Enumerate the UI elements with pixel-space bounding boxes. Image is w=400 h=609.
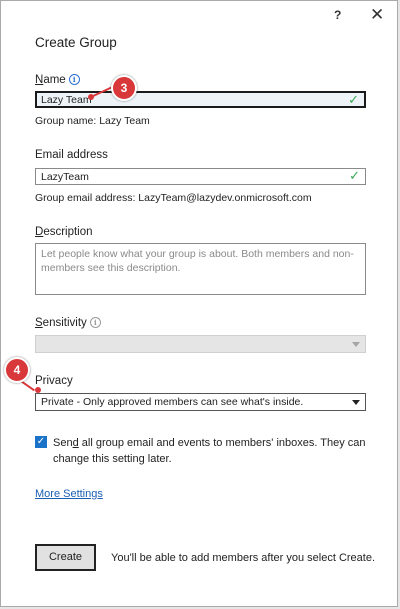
description-textarea[interactable]: Let people know what your group is about… — [35, 243, 366, 295]
chevron-down-icon — [352, 400, 360, 405]
send-email-label-start: Sen — [53, 437, 73, 449]
description-label-text: escription — [43, 226, 93, 238]
callout-pointer-dot — [88, 94, 94, 100]
email-input[interactable]: LazyTeam ✓ — [35, 168, 366, 185]
check-icon: ✓ — [349, 168, 360, 183]
info-icon[interactable]: i — [68, 74, 80, 85]
email-label: Email address — [35, 149, 108, 161]
create-button[interactable]: Create — [35, 544, 96, 571]
create-note: You'll be able to add members after you … — [111, 552, 376, 564]
privacy-select[interactable]: Private - Only approved members can see … — [35, 393, 366, 411]
privacy-value: Private - Only approved members can see … — [41, 396, 304, 408]
dialog-title: Create Group — [35, 35, 117, 50]
step-4-callout: 4 — [4, 357, 30, 383]
name-label-text: ame — [43, 74, 66, 86]
group-name-value: Lazy Team — [41, 94, 92, 106]
privacy-label: Privacy — [35, 375, 73, 387]
checkmark-icon: ✓ — [36, 436, 46, 447]
help-button[interactable]: ? — [334, 8, 341, 22]
chevron-down-icon — [352, 342, 360, 347]
description-label: Description — [35, 226, 93, 238]
send-email-checkbox[interactable]: ✓ — [35, 436, 47, 448]
send-email-label-rest: all group email and events to members' i… — [53, 437, 366, 465]
sensitivity-label: Sensitivity i — [35, 317, 101, 329]
step-3-callout: 3 — [111, 75, 137, 101]
more-settings-link[interactable]: More Settings — [35, 488, 103, 500]
check-icon: ✓ — [348, 92, 359, 107]
name-label: Name i — [35, 74, 80, 86]
callout-pointer-dot — [35, 387, 41, 393]
group-name-input[interactable]: Lazy Team ✓ — [35, 91, 366, 108]
group-name-hint: Group name: Lazy Team — [35, 115, 150, 127]
sensitivity-select[interactable] — [35, 335, 366, 353]
create-group-dialog: ? ✕ Create Group Name i Lazy Team ✓ Group… — [0, 0, 398, 607]
email-value: LazyTeam — [41, 171, 89, 183]
close-button[interactable]: ✕ — [370, 5, 384, 25]
sensitivity-label-text: ensitivity — [42, 317, 87, 329]
send-email-label[interactable]: Send all group email and events to membe… — [53, 435, 373, 467]
email-hint: Group email address: LazyTeam@lazydev.on… — [35, 192, 312, 204]
info-icon[interactable]: i — [89, 317, 101, 328]
sensitivity-label-accelerator: S — [35, 317, 43, 329]
